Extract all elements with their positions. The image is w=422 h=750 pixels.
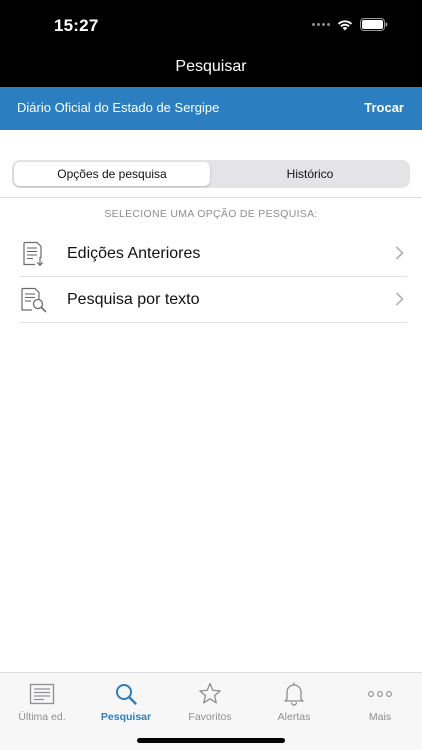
option-label: Pesquisa por texto [67,291,200,308]
tab-alerts[interactable]: Alertas [252,681,336,723]
more-icon [368,691,392,697]
document-download-icon [23,241,44,267]
battery-icon [360,18,388,31]
chevron-right-icon [396,246,404,260]
chevron-right-icon [396,292,404,306]
status-icons [312,18,388,31]
newspaper-icon [29,683,55,705]
bell-icon [284,682,304,706]
status-time: 15:27 [54,16,99,35]
segment-area: Opções de pesquisa Histórico [0,146,422,198]
segment-search-options[interactable]: Opções de pesquisa [14,162,210,186]
search-icon [116,684,137,705]
tab-favorites[interactable]: Favoritos [168,681,252,723]
segment-history[interactable]: Histórico [212,162,408,186]
journal-name: Diário Oficial do Estado de Sergipe [17,100,220,115]
option-previous-editions[interactable]: Edições Anteriores [20,231,407,277]
segmented-control: Opções de pesquisa Histórico [12,160,410,188]
change-journal-button[interactable]: Trocar [364,100,404,115]
journal-bar: Diário Oficial do Estado de Sergipe Troc… [0,87,422,130]
document-search-icon [21,287,47,313]
tab-label: Alertas [277,711,311,723]
tab-more[interactable]: Mais [338,681,422,723]
page-title: Pesquisar [175,58,247,75]
screen: 15:27 Pesquisar Diário Oficial do Estado… [0,0,422,750]
star-icon [199,682,221,704]
wifi-icon [337,20,353,31]
header: 15:27 Pesquisar [0,0,422,87]
cellular-icon [312,23,330,26]
option-text-search[interactable]: Pesquisa por texto [20,277,407,323]
tab-label: Mais [368,711,392,723]
tab-label: Favoritos [188,711,232,723]
home-indicator[interactable] [137,738,285,743]
tab-label: Última ed. [18,711,66,723]
tab-label: Pesquisar [100,711,152,723]
option-label: Edições Anteriores [67,245,201,262]
tab-search[interactable]: Pesquisar [84,681,168,723]
tab-latest-edition[interactable]: Última ed. [0,681,84,723]
section-hint: SELECIONE UMA OPÇÃO DE PESQUISA: [104,208,318,220]
